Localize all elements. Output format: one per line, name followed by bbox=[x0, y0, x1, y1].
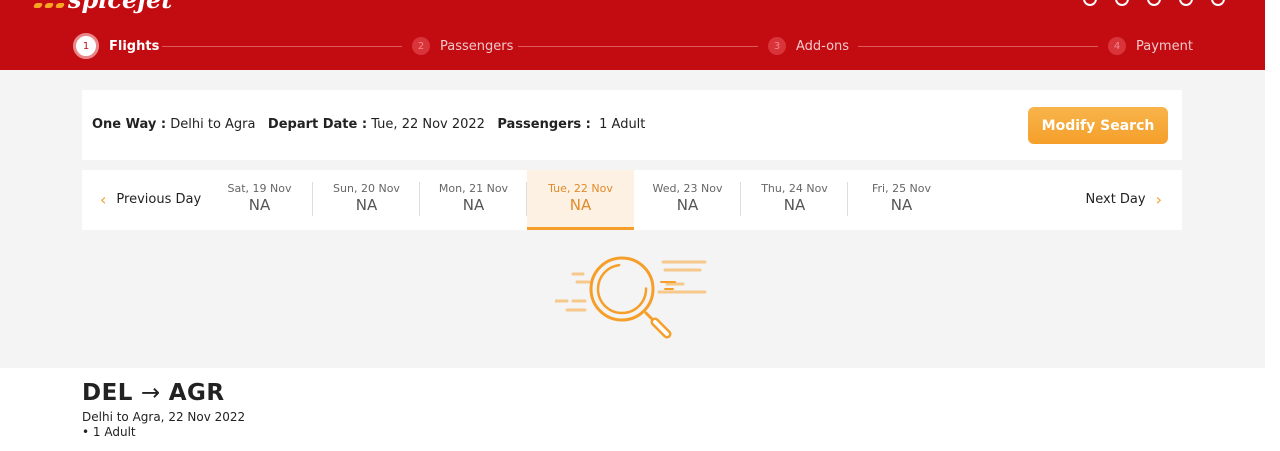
logo-wordmark: spicejet bbox=[68, 0, 172, 12]
date-fare: NA bbox=[248, 196, 271, 214]
step-label: Payment bbox=[1136, 38, 1193, 54]
itinerary-panel: DEL → AGR Delhi to Agra, 22 Nov 2022 • 1 A… bbox=[0, 368, 1265, 451]
depart-date-value: Tue, 22 Nov 2022 bbox=[371, 117, 485, 132]
date-option-selected[interactable]: Tue, 22 Nov NA bbox=[527, 170, 634, 230]
page-scrollbar[interactable] bbox=[1265, 0, 1280, 451]
top-header: spicejet 1 Flights 2 Passengers 3 Add-on… bbox=[0, 0, 1265, 70]
step-label: Passengers bbox=[440, 38, 514, 54]
chevron-right-icon: › bbox=[1155, 190, 1162, 209]
previous-day-label: Previous Day bbox=[116, 192, 202, 207]
date-label: Sat, 19 Nov bbox=[227, 182, 292, 195]
step-number: 3 bbox=[768, 37, 786, 55]
previous-day-button[interactable]: ‹ Previous Day bbox=[100, 190, 202, 209]
date-option[interactable]: Sat, 19 Nov NA bbox=[206, 170, 313, 230]
step-connector bbox=[858, 46, 1098, 47]
date-label: Fri, 25 Nov bbox=[871, 182, 932, 195]
passenger-details: • 1 Adult bbox=[82, 425, 136, 439]
search-summary: One Way : Delhi to Agra Depart Date : Tu… bbox=[82, 90, 1182, 160]
step-connector bbox=[518, 46, 758, 47]
date-selector: ‹ Previous Day Sat, 19 Nov NA Sun, 20 No… bbox=[82, 170, 1182, 230]
spicejet-logo[interactable]: spicejet bbox=[32, 0, 172, 12]
passengers-value: 1 Adult bbox=[599, 117, 646, 132]
date-label: Thu, 24 Nov bbox=[761, 182, 828, 195]
next-day-button[interactable]: Next Day › bbox=[1085, 190, 1163, 209]
route-heading: DEL → AGR bbox=[82, 380, 225, 406]
step-number: 2 bbox=[412, 37, 430, 55]
date-label: Sun, 20 Nov bbox=[333, 182, 400, 195]
date-label: Tue, 22 Nov bbox=[548, 182, 613, 195]
search-summary-text: One Way : Delhi to Agra Depart Date : Tu… bbox=[92, 117, 645, 132]
logo-mark-icon bbox=[32, 3, 66, 8]
step-connector bbox=[162, 46, 402, 47]
help-icon[interactable] bbox=[1147, 0, 1161, 6]
step-passengers: 2 Passengers bbox=[412, 33, 513, 59]
step-number: 1 bbox=[73, 33, 99, 59]
chevron-left-icon: ‹ bbox=[100, 190, 107, 209]
date-fare: NA bbox=[890, 196, 913, 214]
date-fare: NA bbox=[783, 196, 806, 214]
trip-route-value: Delhi to Agra bbox=[170, 117, 256, 132]
step-payment: 4 Payment bbox=[1108, 33, 1193, 59]
step-number: 4 bbox=[1108, 37, 1126, 55]
step-addons: 3 Add-ons bbox=[768, 33, 849, 59]
account-icon[interactable] bbox=[1083, 0, 1097, 6]
modify-search-button[interactable]: Modify Search bbox=[1028, 107, 1168, 144]
next-day-label: Next Day bbox=[1085, 192, 1146, 207]
date-label: Mon, 21 Nov bbox=[438, 182, 509, 195]
date-fare: NA bbox=[462, 196, 485, 214]
date-list: Sat, 19 Nov NA Sun, 20 Nov NA Mon, 21 No… bbox=[206, 170, 955, 230]
date-option[interactable]: Sun, 20 Nov NA bbox=[313, 170, 420, 230]
date-fare: NA bbox=[355, 196, 378, 214]
route-details: Delhi to Agra, 22 Nov 2022 bbox=[82, 410, 246, 424]
searching-magnifier-icon bbox=[555, 256, 707, 339]
header-icons bbox=[1083, 0, 1225, 6]
step-flights: 1 Flights bbox=[73, 33, 159, 59]
origin-code: DEL bbox=[82, 380, 133, 406]
step-label: Flights bbox=[109, 38, 160, 54]
trip-type-label: One Way : bbox=[92, 117, 167, 132]
passengers-label: Passengers : bbox=[497, 117, 591, 132]
arrow-right-icon: → bbox=[140, 380, 161, 406]
date-fare: NA bbox=[569, 196, 592, 214]
date-option[interactable]: Fri, 25 Nov NA bbox=[848, 170, 955, 230]
date-option[interactable]: Mon, 21 Nov NA bbox=[420, 170, 527, 230]
destination-code: AGR bbox=[168, 380, 225, 406]
date-option[interactable]: Wed, 23 Nov NA bbox=[634, 170, 741, 230]
depart-date-label: Depart Date : bbox=[267, 117, 368, 132]
menu-icon[interactable] bbox=[1115, 0, 1129, 6]
date-option[interactable]: Thu, 24 Nov NA bbox=[741, 170, 848, 230]
date-fare: NA bbox=[676, 196, 699, 214]
date-label: Wed, 23 Nov bbox=[652, 182, 723, 195]
step-label: Add-ons bbox=[796, 38, 850, 54]
language-icon[interactable] bbox=[1179, 0, 1193, 6]
more-icon[interactable] bbox=[1211, 0, 1225, 6]
booking-stepper: 1 Flights 2 Passengers 3 Add-ons 4 Payme… bbox=[73, 33, 1193, 59]
